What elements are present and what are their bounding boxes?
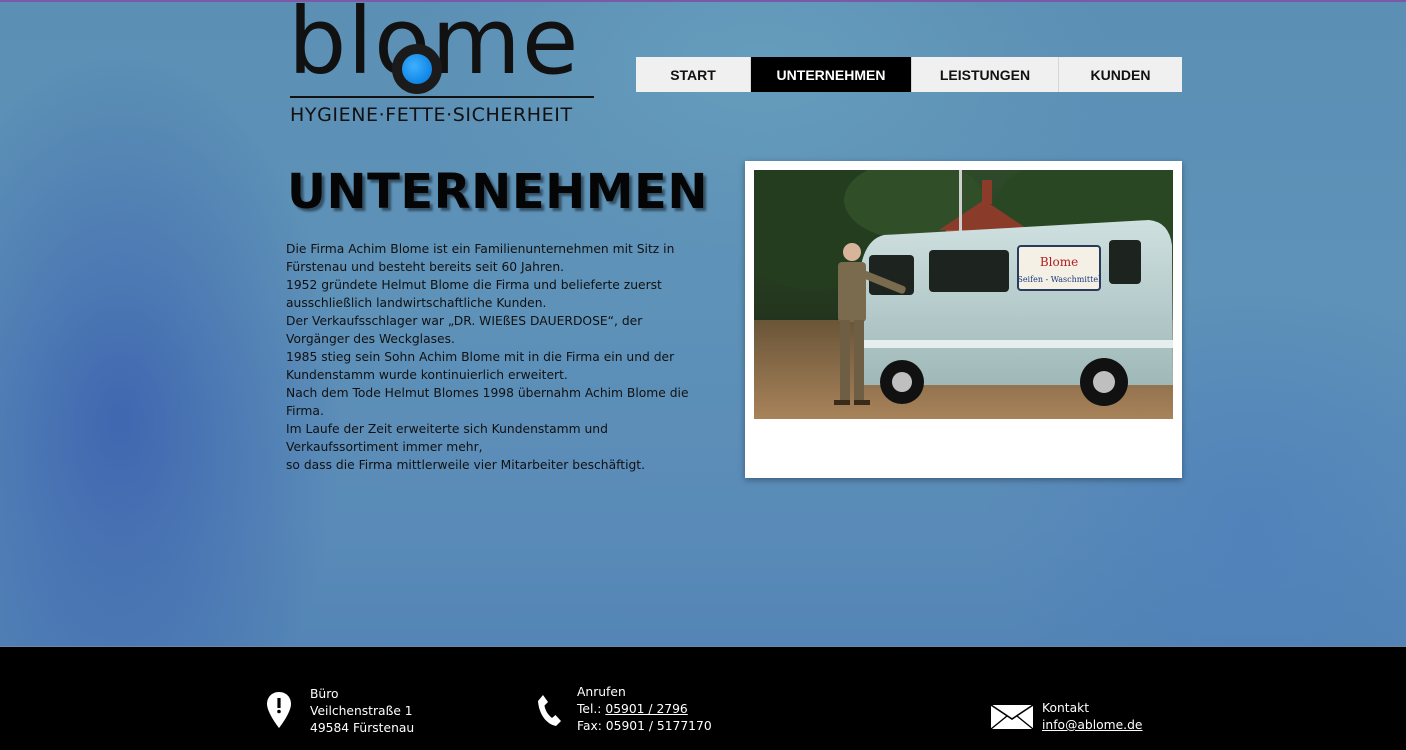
- page-title: UNTERNEHMEN: [287, 164, 708, 220]
- van-sign-line1: Blome: [1040, 255, 1078, 269]
- office-city: 49584 Fürstenau: [310, 721, 415, 735]
- paragraph: Im Laufe der Zeit erweiterte sich Kunden…: [286, 422, 608, 454]
- nav-item-kunden[interactable]: KUNDEN: [1059, 57, 1182, 92]
- fax-line: Fax: 05901 / 5177170: [577, 719, 712, 733]
- logo-tagline: HYGIENE·FETTE·SICHERHEIT: [290, 104, 573, 126]
- office-street: Veilchenstraße 1: [310, 704, 413, 718]
- nav-item-leistungen[interactable]: LEISTUNGEN: [912, 57, 1059, 92]
- paragraph: so dass die Firma mittlerweile vier Mita…: [286, 458, 646, 472]
- footer-call: Anrufen Tel.: 05901 / 2796 Fax: 05901 / …: [577, 684, 712, 735]
- call-heading: Anrufen: [577, 685, 626, 699]
- logo[interactable]: blome HYGIENE·FETTE·SICHERHEIT: [288, 0, 598, 130]
- map-pin-icon: [267, 692, 291, 728]
- footer-office: Büro Veilchenstraße 1 49584 Fürstenau: [310, 686, 414, 737]
- paragraph: Die Firma Achim Blome ist ein Familienun…: [286, 242, 675, 274]
- footer-contact: Kontakt info@ablome.de: [1042, 700, 1142, 734]
- phone-icon: [538, 695, 561, 726]
- tel-line: Tel.: 05901 / 2796: [577, 701, 712, 718]
- nav-item-start[interactable]: START: [636, 57, 751, 92]
- historic-van-photo[interactable]: Blome Seifen - Waschmittel: [754, 170, 1173, 419]
- tel-link[interactable]: 05901 / 2796: [605, 702, 687, 716]
- nav-item-unternehmen[interactable]: UNTERNEHMEN: [751, 57, 912, 92]
- email-link[interactable]: info@ablome.de: [1042, 718, 1142, 732]
- paragraph: Nach dem Tode Helmut Blomes 1998 übernah…: [286, 386, 689, 418]
- contact-heading: Kontakt: [1042, 701, 1090, 715]
- van-sign-line2: Seifen - Waschmittel: [1017, 275, 1101, 284]
- office-heading: Büro: [310, 687, 339, 701]
- footer: Büro Veilchenstraße 1 49584 Fürstenau An…: [0, 646, 1406, 750]
- logo-underline: [290, 96, 594, 98]
- company-description: Die Firma Achim Blome ist ein Familienun…: [286, 240, 696, 474]
- paragraph: 1952 gründete Helmut Blome die Firma und…: [286, 278, 662, 310]
- tel-label: Tel.:: [577, 702, 606, 716]
- paragraph: Der Verkaufsschlager war „DR. WIEßES DAU…: [286, 314, 643, 346]
- main-nav: START UNTERNEHMEN LEISTUNGEN KUNDEN: [636, 57, 1182, 92]
- envelope-icon: [990, 704, 1034, 730]
- photo-frame: Blome Seifen - Waschmittel: [745, 161, 1182, 478]
- historic-van-illustration: Blome Seifen - Waschmittel: [754, 170, 1173, 419]
- top-accent-line: [0, 0, 1406, 2]
- logo-blue-dot: [392, 44, 442, 94]
- paragraph: 1985 stieg sein Sohn Achim Blome mit in …: [286, 350, 675, 382]
